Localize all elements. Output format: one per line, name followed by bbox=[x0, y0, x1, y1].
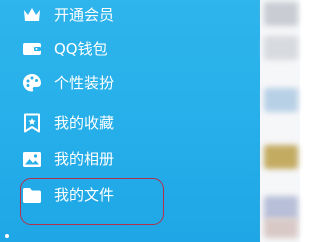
menu-item-label: 我的相册 bbox=[54, 150, 115, 168]
crown-icon bbox=[22, 5, 42, 25]
bookmark-star-icon bbox=[22, 113, 42, 133]
menu-item-label: 开通会员 bbox=[54, 6, 115, 24]
palette-icon bbox=[22, 73, 42, 93]
blurred-thumbnail bbox=[264, 196, 298, 220]
menu-item-vip[interactable]: 开通会员 bbox=[0, 0, 260, 33]
menu-item-personalize[interactable]: 个性装扮 bbox=[0, 65, 260, 101]
corner-dot bbox=[5, 234, 9, 238]
menu-item-label: 我的文件 bbox=[54, 186, 115, 204]
menu-item-photo-album[interactable]: 我的相册 bbox=[0, 141, 260, 177]
photo-album-icon bbox=[22, 149, 42, 169]
menu-item-qq-wallet[interactable]: QQ钱包 bbox=[0, 31, 260, 67]
blurred-thumbnail bbox=[264, 218, 298, 238]
blurred-thumbnail bbox=[264, 2, 298, 26]
blurred-thumbnail bbox=[264, 36, 298, 60]
wallet-icon bbox=[22, 39, 42, 59]
menu-item-favorites[interactable]: 我的收藏 bbox=[0, 105, 260, 141]
side-drawer-menu: 开通会员 QQ钱包 个性装扮 我的收藏 我的相册 我的文件 bbox=[0, 0, 260, 242]
menu-item-my-files[interactable]: 我的文件 bbox=[0, 177, 260, 213]
menu-item-label: 个性装扮 bbox=[54, 74, 115, 92]
menu-item-label: QQ钱包 bbox=[54, 40, 108, 58]
menu-item-label: 我的收藏 bbox=[54, 114, 115, 132]
background-content-panel bbox=[260, 0, 300, 242]
blurred-thumbnail bbox=[264, 145, 298, 169]
blurred-thumbnail bbox=[264, 88, 298, 112]
folder-icon bbox=[22, 185, 42, 205]
